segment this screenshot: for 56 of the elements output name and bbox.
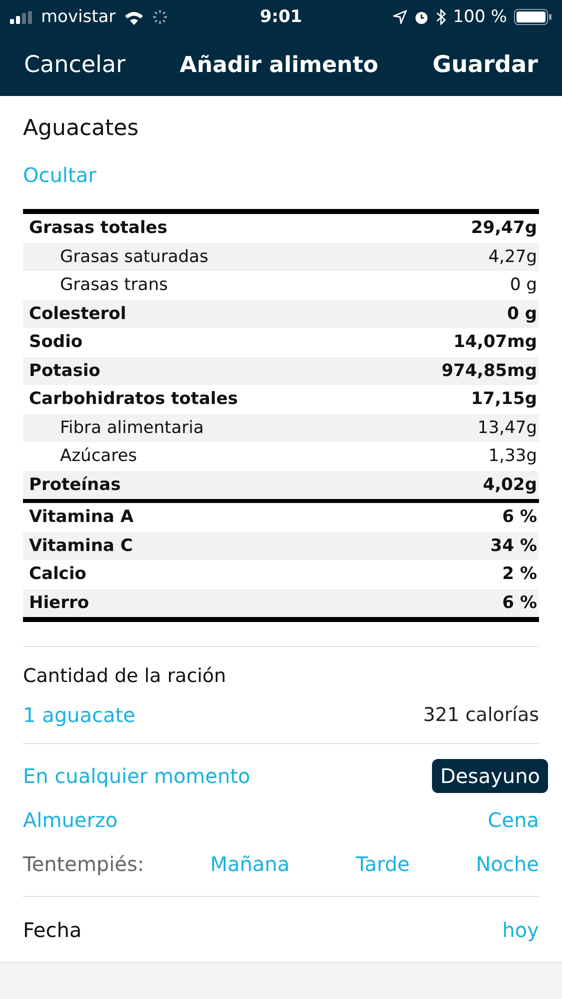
nutrient-name: Vitamina C bbox=[29, 536, 133, 556]
nutrient-name: Colesterol bbox=[29, 304, 126, 324]
nutrient-name: Hierro bbox=[29, 592, 90, 613]
loading-icon bbox=[152, 9, 168, 25]
nutrient-value: 0 g bbox=[510, 275, 537, 296]
snacks-label: Tentempiés: bbox=[23, 852, 144, 876]
nutrient-value: 4,27g bbox=[488, 246, 537, 267]
date-link[interactable]: hoy bbox=[502, 918, 539, 942]
nutrient-value: 974,85mg bbox=[442, 360, 537, 381]
location-arrow-icon bbox=[392, 10, 407, 24]
bluetooth-icon bbox=[436, 9, 446, 25]
meal-option[interactable]: Desayuno bbox=[432, 759, 548, 793]
nutrient-name: Proteínas bbox=[29, 474, 121, 495]
date-label: Fecha bbox=[23, 918, 82, 942]
nutrient-name: Grasas totales bbox=[29, 218, 168, 238]
nutrient-value: 17,15g bbox=[471, 389, 537, 410]
nutrient-value: 4,02g bbox=[482, 474, 537, 495]
calories-text: 321 calorías bbox=[423, 704, 539, 726]
nutrient-name: Potasio bbox=[29, 360, 100, 381]
meal-option[interactable]: Cena bbox=[480, 803, 547, 837]
alarm-icon bbox=[414, 10, 429, 24]
nutrient-name: Grasas saturadas bbox=[59, 246, 208, 267]
nutrient-name: Carbohidratos totales bbox=[29, 389, 238, 410]
wifi-icon bbox=[122, 9, 145, 25]
nutrient-value: 6 % bbox=[502, 507, 537, 528]
serving-amount-link[interactable]: 1 aguacate bbox=[23, 703, 136, 727]
nutrient-name: Fibra alimentaria bbox=[59, 418, 204, 438]
nutrient-value: 6 % bbox=[502, 592, 537, 613]
carrier-name: movistar bbox=[41, 7, 116, 27]
nutrient-name: Calcio bbox=[29, 564, 86, 584]
nutrient-name: Azúcares bbox=[59, 446, 138, 466]
nutrient-value: 13,47g bbox=[478, 418, 537, 438]
battery-icon bbox=[514, 9, 552, 25]
signal-icon bbox=[10, 10, 34, 24]
save-button[interactable]: Guardar bbox=[432, 52, 538, 78]
nutrient-name: Grasas trans bbox=[59, 275, 168, 296]
food-name: Aguacates bbox=[23, 116, 140, 141]
meal-option[interactable]: Almuerzo bbox=[15, 803, 126, 837]
nutrient-name: Sodio bbox=[29, 332, 83, 352]
meal-option[interactable]: En cualquier momento bbox=[15, 759, 258, 793]
nutrient-value: 2 % bbox=[502, 564, 537, 584]
nutrient-value: 14,07mg bbox=[453, 332, 537, 352]
nutrient-value: 34 % bbox=[490, 536, 537, 556]
nutrient-value: 0 g bbox=[507, 304, 537, 324]
snack-option[interactable]: Tarde bbox=[348, 847, 418, 881]
hide-link[interactable]: Ocultar bbox=[23, 163, 539, 187]
nutrient-value: 29,47g bbox=[471, 218, 537, 238]
nutrient-name: Vitamina A bbox=[29, 507, 134, 528]
cancel-button[interactable]: Cancelar bbox=[24, 52, 126, 78]
serving-label: Cantidad de la ración bbox=[23, 665, 228, 687]
snack-option[interactable]: Mañana bbox=[202, 847, 298, 881]
nutrient-value: 1,33g bbox=[488, 446, 537, 466]
snack-option[interactable]: Noche bbox=[468, 847, 547, 881]
clock-time: 9:01 bbox=[260, 7, 302, 27]
screen-title: Añadir alimento bbox=[180, 52, 378, 78]
battery-percent: 100 % bbox=[452, 7, 507, 27]
